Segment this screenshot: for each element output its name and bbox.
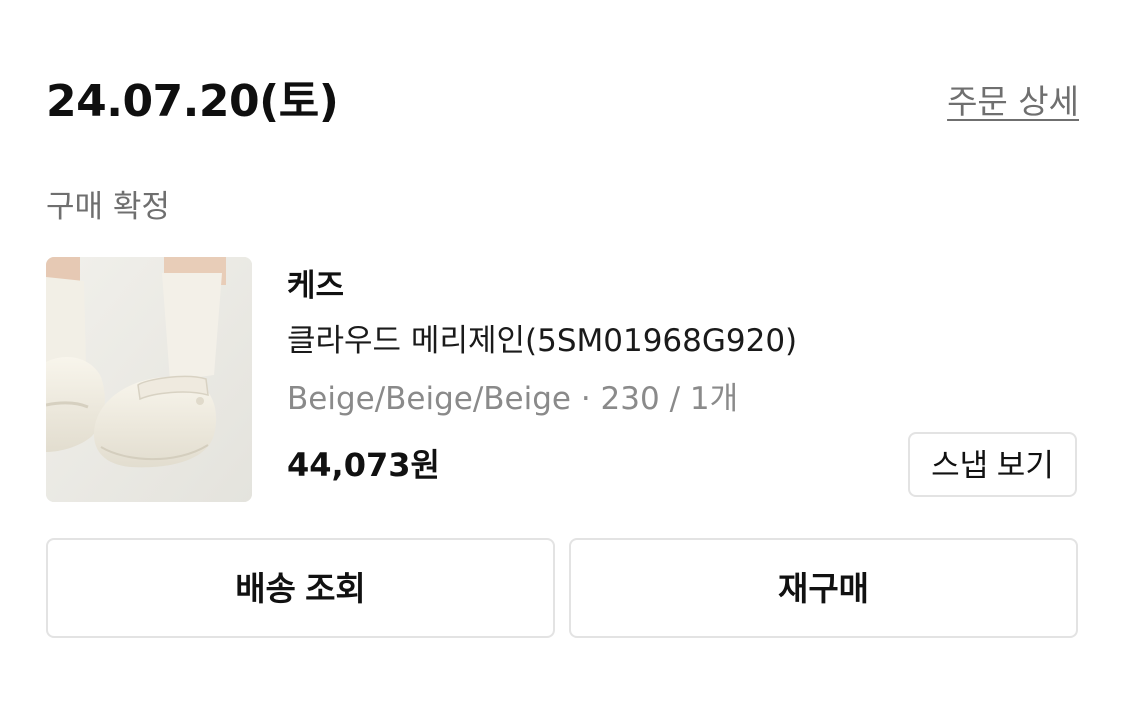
product-option: Beige/Beige/Beige · 230 / 1개 bbox=[287, 381, 739, 417]
product-name[interactable]: 클라우드 메리제인(5SM01968G920) bbox=[287, 320, 797, 362]
brand-name[interactable]: 케즈 bbox=[287, 265, 344, 307]
snap-view-button[interactable]: 스냅 보기 bbox=[908, 432, 1077, 497]
delivery-tracking-button[interactable]: 배송 조회 bbox=[46, 538, 555, 638]
product-image[interactable] bbox=[46, 257, 252, 502]
order-detail-link[interactable]: 주문 상세 bbox=[947, 80, 1079, 124]
order-date: 24.07.20(토) bbox=[46, 76, 339, 127]
rebuy-button[interactable]: 재구매 bbox=[569, 538, 1078, 638]
product-photo bbox=[46, 257, 252, 502]
order-status: 구매 확정 bbox=[46, 189, 170, 225]
product-price: 44,073원 bbox=[287, 446, 440, 484]
